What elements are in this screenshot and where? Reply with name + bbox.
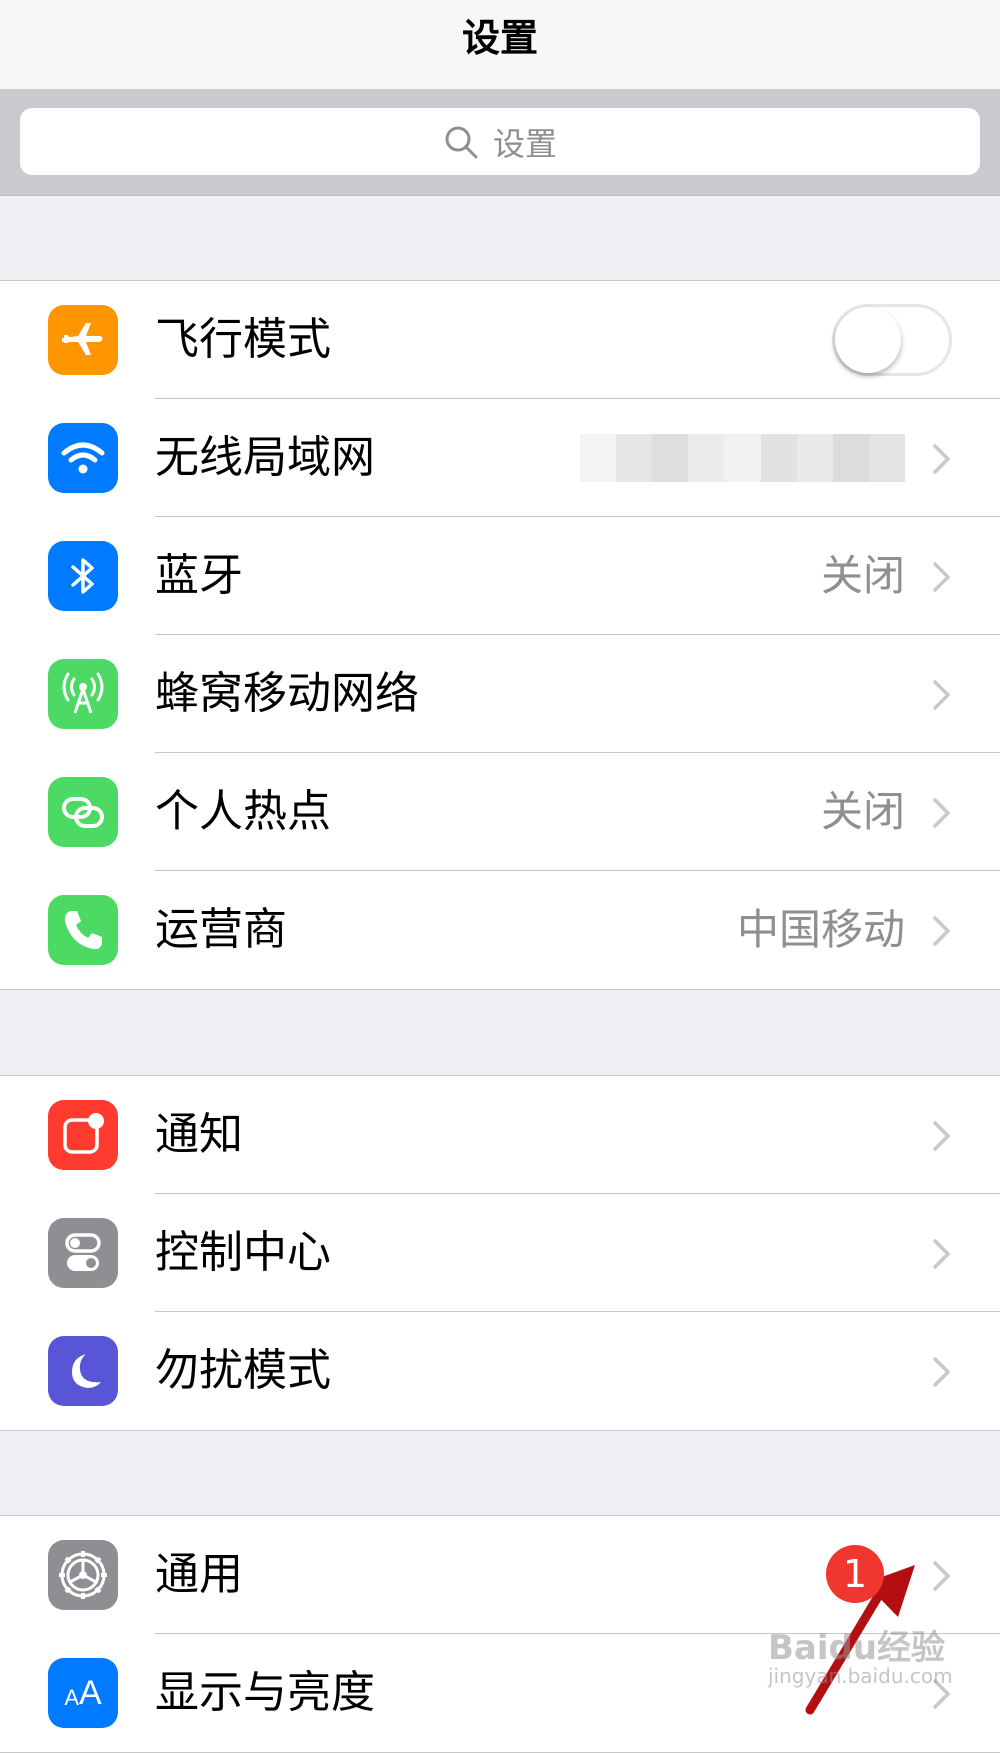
row-label: 无线局域网 <box>155 432 375 483</box>
row-cellular[interactable]: 蜂窝移动网络 <box>0 635 1000 753</box>
row-wifi[interactable]: 无线局域网 <box>0 399 1000 517</box>
row-label: 通用 <box>155 1549 243 1600</box>
row-do-not-disturb[interactable]: 勿扰模式 <box>0 1312 1000 1430</box>
text-size-icon: AA <box>48 1658 118 1728</box>
row-label: 勿扰模式 <box>155 1345 331 1396</box>
row-airplane-mode: 飞行模式 <box>0 281 1000 399</box>
page-title: 设置 <box>461 16 538 60</box>
row-control-center[interactable]: 控制中心 <box>0 1194 1000 1312</box>
chevron-right-icon <box>933 1357 950 1387</box>
row-label: 个人热点 <box>155 786 331 837</box>
row-value: 中国移动 <box>736 905 905 954</box>
wifi-network-name-blurred <box>580 434 905 482</box>
chevron-right-icon <box>933 1561 950 1591</box>
chevron-right-icon <box>933 1239 950 1269</box>
watermark-url: jingyan.baidu.com <box>768 1664 953 1688</box>
navigation-bar: 设置 <box>0 0 1000 90</box>
settings-group-system: 通知 控制中心 勿扰模式 <box>0 1075 1000 1431</box>
search-icon <box>445 126 478 158</box>
row-label: 通知 <box>155 1109 243 1160</box>
row-value: 关闭 <box>820 551 905 600</box>
row-label: 显示与亮度 <box>155 1667 375 1718</box>
settings-group-connectivity: 飞行模式 无线局域网 蓝牙 关闭 蜂窝移动网络 个人热点 关闭 运营商 中国移动 <box>0 280 1000 990</box>
moon-icon <box>48 1336 118 1406</box>
row-personal-hotspot[interactable]: 个人热点 关闭 <box>0 753 1000 871</box>
airplane-mode-toggle[interactable] <box>832 304 952 376</box>
chevron-right-icon <box>933 916 950 946</box>
chevron-right-icon <box>933 562 950 592</box>
search-input[interactable]: 设置 <box>20 108 980 175</box>
row-label: 控制中心 <box>155 1227 331 1278</box>
row-bluetooth[interactable]: 蓝牙 关闭 <box>0 517 1000 635</box>
search-placeholder: 设置 <box>492 124 557 163</box>
gear-icon <box>48 1540 118 1610</box>
row-notifications[interactable]: 通知 <box>0 1076 1000 1194</box>
hotspot-chain-icon <box>48 777 118 847</box>
bluetooth-icon <box>48 541 118 611</box>
row-label: 运营商 <box>155 904 287 955</box>
row-label: 蓝牙 <box>155 550 243 601</box>
watermark: Baidu经验 <box>768 1628 946 1668</box>
step-number-badge: 1 <box>826 1545 884 1603</box>
chevron-right-icon <box>933 798 950 828</box>
search-bar: 设置 <box>0 90 1000 196</box>
chevron-right-icon <box>933 680 950 710</box>
toggle-knob <box>835 307 901 373</box>
wifi-icon <box>48 423 118 493</box>
chevron-right-icon <box>933 444 950 474</box>
cellular-antenna-icon <box>48 659 118 729</box>
row-value: 关闭 <box>820 787 905 836</box>
airplane-icon <box>48 305 118 375</box>
phone-icon <box>48 895 118 965</box>
row-carrier[interactable]: 运营商 中国移动 <box>0 871 1000 989</box>
notification-icon <box>48 1100 118 1170</box>
chevron-right-icon <box>933 1121 950 1151</box>
control-center-icon <box>48 1218 118 1288</box>
row-label: 蜂窝移动网络 <box>155 668 419 719</box>
row-label: 飞行模式 <box>155 314 331 365</box>
